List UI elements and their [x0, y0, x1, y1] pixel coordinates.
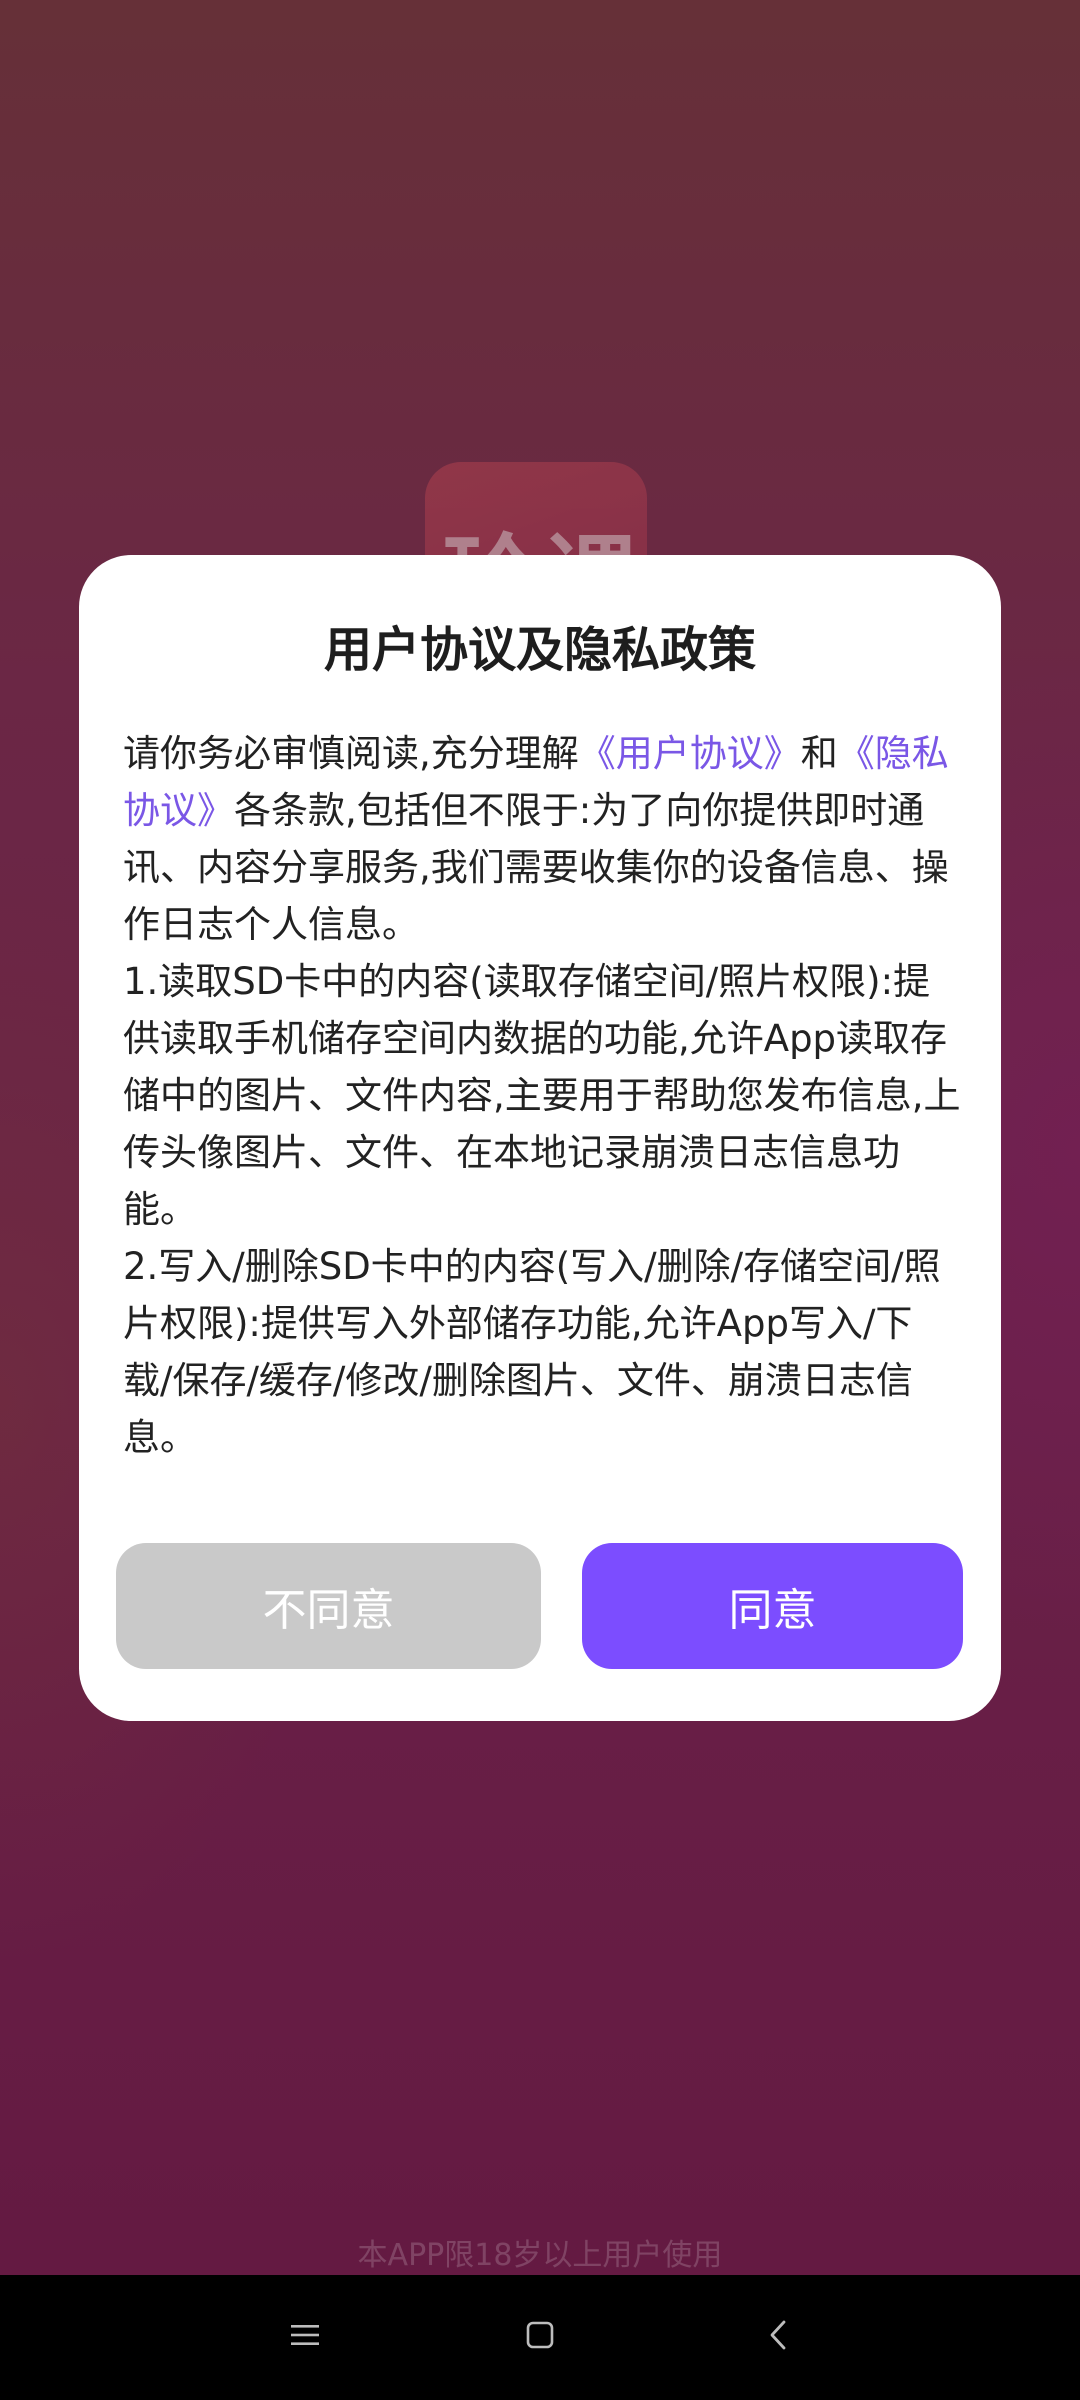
privacy-policy-dialog: 用户协议及隐私政策 请你务必审慎阅读,充分理解《用户协议》和《隐私协议》各条款,…: [79, 555, 1001, 1721]
permission-item-read: 1.读取SD卡中的内容(读取存储空间/照片权限):提供读取手机储存空间内数据的功…: [123, 960, 961, 1231]
disagree-button[interactable]: 不同意: [116, 1543, 541, 1669]
intro-conjunction: 和: [800, 732, 838, 775]
intro-paragraph: 请你务必审慎阅读,充分理解《用户协议》和《隐私协议》各条款,包括但不限于:为了向…: [123, 725, 961, 953]
system-navigation-bar: [0, 2275, 1080, 2400]
user-agreement-link[interactable]: 《用户协议》: [579, 732, 801, 775]
home-square-icon[interactable]: [510, 2305, 570, 2365]
dialog-body: 请你务必审慎阅读,充分理解《用户协议》和《隐私协议》各条款,包括但不限于:为了向…: [123, 725, 961, 1466]
age-restriction-notice: 本APP限18岁以上用户使用: [357, 2238, 723, 2273]
intro-prefix: 请你务必审慎阅读,充分理解: [123, 732, 579, 775]
dialog-title: 用户协议及隐私政策: [323, 622, 756, 678]
menu-icon[interactable]: [275, 2305, 335, 2365]
back-chevron-icon[interactable]: [748, 2305, 808, 2365]
permission-item-write: 2.写入/删除SD卡中的内容(写入/删除/存储空间/照片权限):提供写入外部储存…: [123, 1245, 941, 1459]
agree-button[interactable]: 同意: [582, 1543, 963, 1669]
intro-suffix: 各条款,包括但不限于:为了向你提供即时通讯、内容分享服务,我们需要收集你的设备信…: [123, 789, 949, 946]
